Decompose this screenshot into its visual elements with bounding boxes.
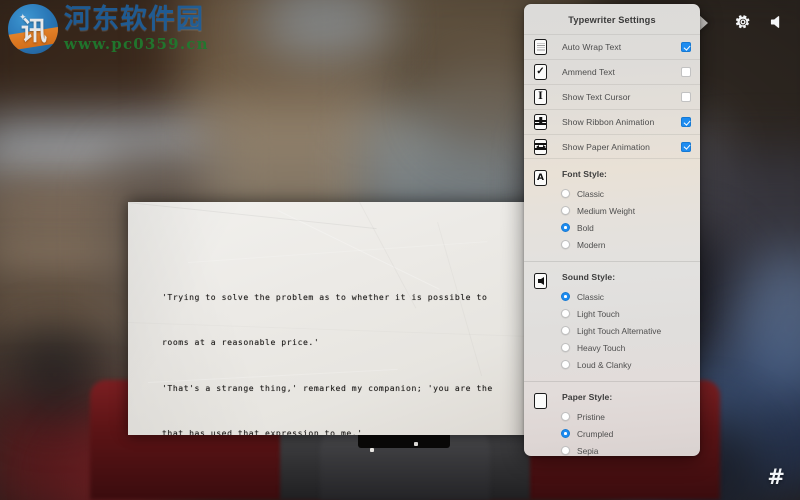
radio-label: Pristine (577, 411, 605, 422)
typewriter-paper: 'Trying to solve the problem as to wheth… (128, 202, 540, 435)
panel-title: Typewriter Settings (568, 15, 656, 25)
toggle-label: Show Paper Animation (562, 141, 650, 152)
toggle-row-ammend-text[interactable]: ✓ Ammend Text (524, 59, 700, 84)
paper-line: 'Trying to solve the problem as to wheth… (162, 292, 488, 303)
toggle-row-show-paper-animation[interactable]: Show Paper Animation (524, 134, 700, 159)
radio-sound-light-touch-alternative[interactable]: Light Touch Alternative (561, 322, 691, 339)
radio-label: Classic (577, 188, 604, 199)
radio-label: Modern (577, 239, 606, 250)
checkbox-show-ribbon-animation[interactable] (681, 117, 691, 127)
radio-paper-pristine[interactable]: Pristine (561, 408, 691, 425)
checkmark-box-icon: ✓ (532, 63, 549, 82)
radio-sound-heavy-touch[interactable]: Heavy Touch (561, 339, 691, 356)
toggle-list: Auto Wrap Text ✓ Ammend Text I Show Text… (524, 34, 700, 159)
lined-page-icon (532, 38, 549, 57)
toggle-label: Show Ribbon Animation (562, 117, 655, 127)
radio-sound-light-touch[interactable]: Light Touch (561, 305, 691, 322)
hash-grid-icon[interactable]: # (767, 467, 785, 488)
gear-icon[interactable] (734, 13, 752, 31)
radio-sound-loud-and-clanky[interactable]: Loud & Clanky (561, 356, 691, 373)
radio-label: Light Touch (577, 308, 620, 319)
toggle-row-show-ribbon-animation[interactable]: Show Ribbon Animation (524, 109, 700, 134)
toggle-row-auto-wrap-text[interactable]: Auto Wrap Text (524, 34, 700, 59)
checkbox-ammend-text[interactable] (681, 67, 691, 77)
checkbox-auto-wrap-text[interactable] (681, 42, 691, 52)
ribbon-icon (532, 113, 549, 132)
checkbox-show-paper-animation[interactable] (681, 141, 691, 152)
paper-line: rooms at a reasonable price.' (162, 337, 320, 348)
radio-sound-classic[interactable]: Classic (561, 288, 691, 305)
section-title: Font Style: (562, 169, 607, 179)
speaker-icon[interactable] (768, 13, 786, 31)
radio-label: Light Touch Alternative (577, 325, 662, 336)
toggle-row-show-text-cursor[interactable]: I Show Text Cursor (524, 84, 700, 109)
radio-label: Loud & Clanky (577, 359, 632, 370)
radio-font-classic[interactable]: Classic (561, 185, 691, 202)
section-paper-style: Paper Style: Pristine Crumpled Sepia (524, 381, 700, 456)
font-a-icon: A (532, 169, 549, 253)
radio-label: Classic (577, 291, 604, 302)
radio-font-bold[interactable]: Bold (561, 219, 691, 236)
radio-label: Heavy Touch (577, 342, 626, 353)
app-root: 'Trying to solve the problem as to wheth… (0, 0, 800, 500)
radio-font-medium-weight[interactable]: Medium Weight (561, 202, 691, 219)
paper-line: that has used that expression to me.' (162, 428, 363, 435)
top-toolbar (734, 13, 786, 31)
text-cursor-icon: I (532, 88, 549, 107)
toggle-label: Ammend Text (562, 67, 615, 77)
blank-paper-icon (532, 392, 549, 456)
speaker-icon (532, 272, 549, 373)
paper-typed-text: 'Trying to solve the problem as to wheth… (162, 260, 538, 435)
radio-label: Medium Weight (577, 205, 636, 216)
section-title: Sound Style: (562, 272, 616, 282)
checkbox-show-text-cursor[interactable] (681, 92, 691, 102)
toggle-label: Auto Wrap Text (562, 42, 622, 52)
radio-label: Crumpled (577, 428, 614, 439)
typewriter-settings-panel: Typewriter Settings Auto Wrap Text ✓ Amm… (524, 4, 700, 456)
radio-label: Sepia (577, 445, 599, 456)
radio-font-modern[interactable]: Modern (561, 236, 691, 253)
section-sound-style: Sound Style: Classic Light Touch Light T… (524, 261, 700, 381)
radio-label: Bold (577, 222, 594, 233)
radio-paper-sepia[interactable]: Sepia (561, 442, 691, 456)
toggle-label: Show Text Cursor (562, 92, 631, 102)
radio-paper-crumpled[interactable]: Crumpled (561, 425, 691, 442)
paper-animation-icon (532, 137, 549, 156)
section-font-style: A Font Style: Classic Medium Weight Bold (524, 159, 700, 261)
section-title: Paper Style: (562, 392, 613, 402)
paper-line: 'That's a strange thing,' remarked my co… (162, 382, 493, 393)
